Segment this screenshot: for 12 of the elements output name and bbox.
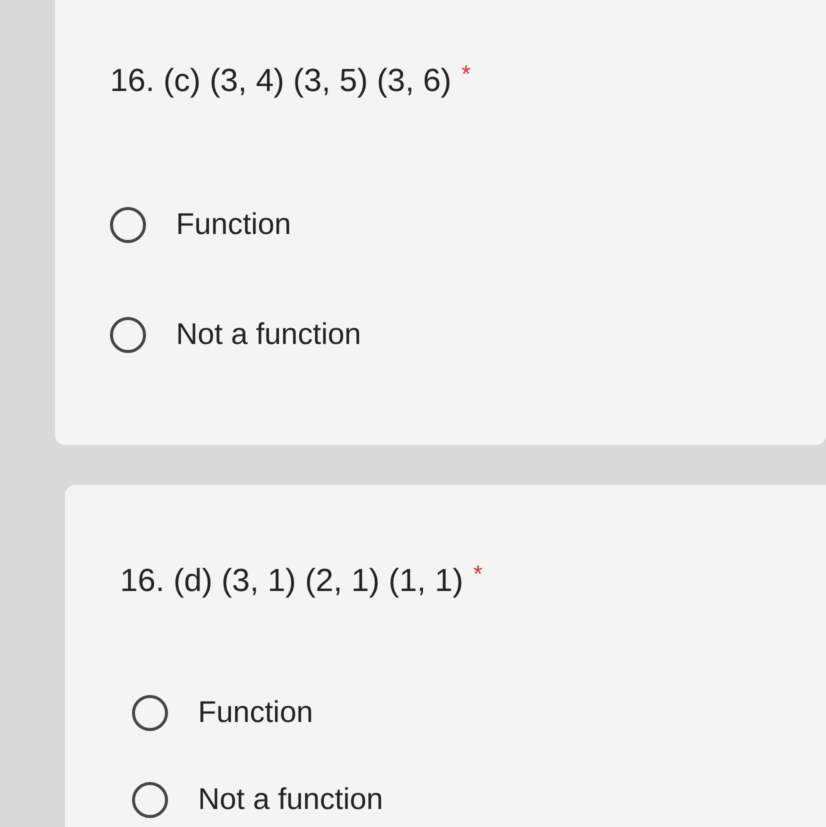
question-title: 16. (d) (3, 1) (2, 1) (1, 1) [120,561,464,600]
question-title: 16. (c) (3, 4) (3, 5) (3, 6) [110,61,452,100]
option-label: Function [198,695,314,731]
required-asterisk: * [473,560,483,590]
radio-button[interactable] [110,207,146,243]
radio-button[interactable] [110,317,146,353]
option-label: Not a function [198,782,384,818]
option-label: Function [176,207,292,243]
option-label: Not a function [176,317,362,353]
radio-button[interactable] [132,695,168,731]
required-asterisk: * [461,60,471,90]
radio-button[interactable] [132,782,168,818]
